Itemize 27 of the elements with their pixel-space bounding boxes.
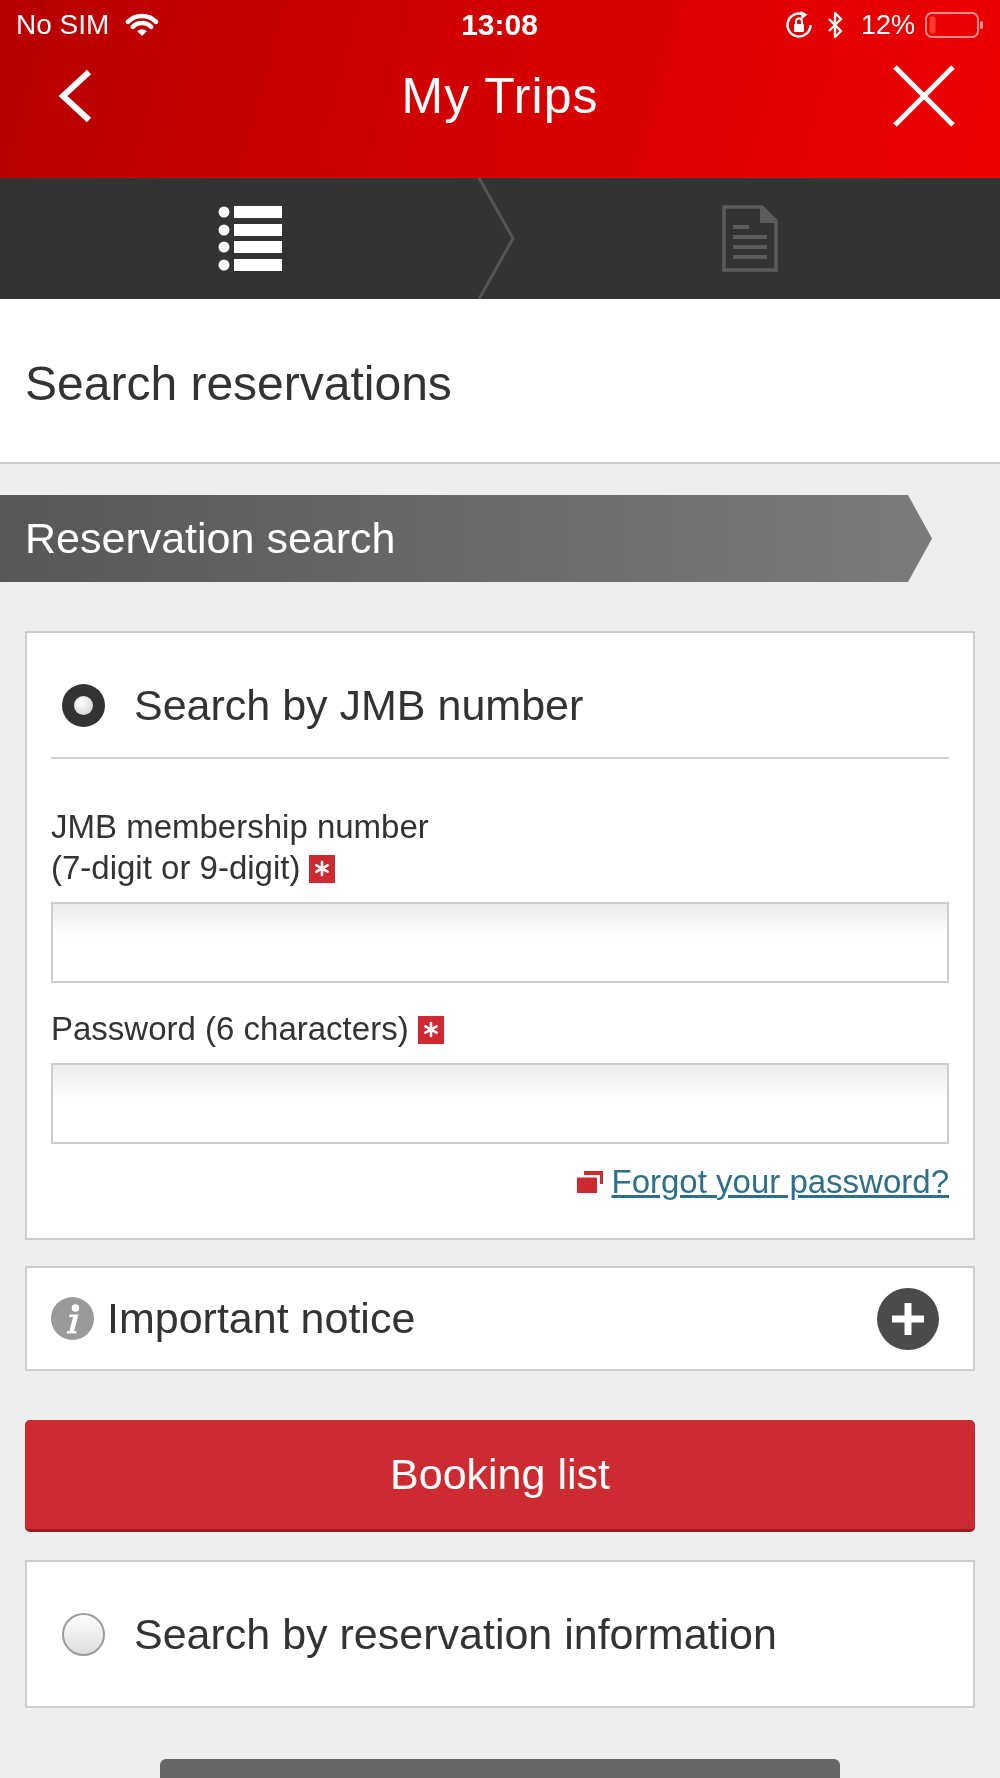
header-title: My Trips: [401, 67, 599, 125]
plus-icon[interactable]: [877, 1287, 939, 1350]
option-label[interactable]: Search by reservation information: [134, 1609, 777, 1659]
input-field[interactable]: [51, 902, 949, 983]
notice-title: Important notice: [107, 1294, 416, 1343]
rotation-lock-icon: [783, 10, 814, 40]
new-window-icon: [576, 1170, 603, 1193]
bluetooth-icon: [826, 11, 843, 39]
battery-icon: [925, 12, 983, 38]
info-icon: [51, 1297, 94, 1340]
battery-percentage: 12%: [860, 9, 915, 41]
booking-list-button[interactable]: Booking list: [25, 1420, 975, 1532]
wifi-icon: [124, 12, 161, 38]
radio-button[interactable]: [62, 683, 105, 727]
option-label[interactable]: Search by JMB number: [134, 680, 584, 730]
back-icon[interactable]: [58, 69, 94, 123]
field-label: JMB membership number (7-digit or 9-digit): [51, 807, 429, 886]
close-icon[interactable]: [893, 65, 955, 127]
forgot-password-link[interactable]: Forgot your password?: [611, 1162, 949, 1201]
clock-time: 13:08: [461, 8, 538, 42]
section-heading: Reservation search: [0, 495, 932, 582]
field-label: Password (6 characters): [51, 1009, 409, 1047]
radio-button[interactable]: [62, 1612, 105, 1656]
chevron-icon: [477, 178, 515, 299]
input-field[interactable]: [51, 1063, 949, 1144]
carrier-name: No SIM: [16, 9, 110, 41]
page-title: Search reservations: [25, 355, 452, 411]
